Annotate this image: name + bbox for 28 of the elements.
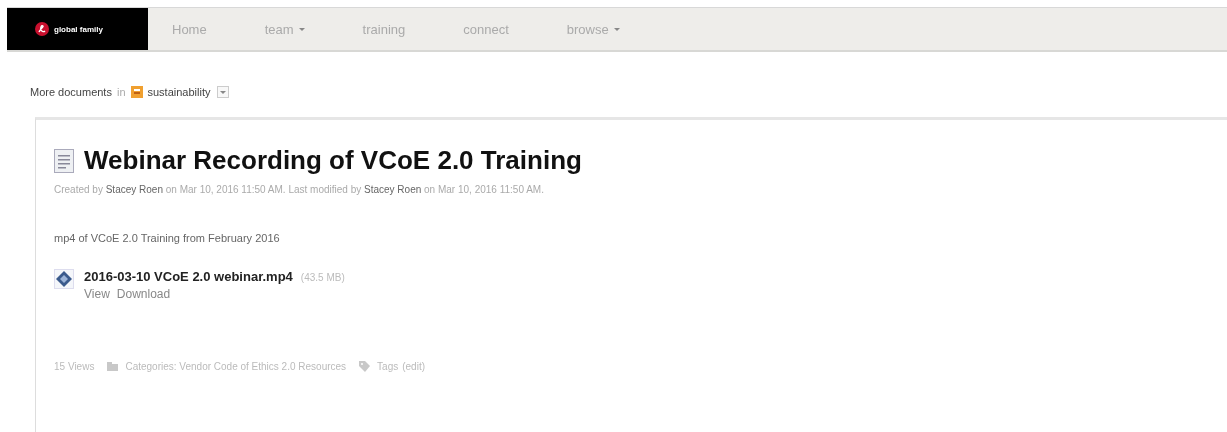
folder-icon bbox=[107, 362, 119, 371]
nav-link[interactable]: team bbox=[252, 8, 317, 50]
tag-icon bbox=[359, 361, 371, 372]
logo-text: global family bbox=[54, 24, 103, 34]
edit-tags-link[interactable]: (edit) bbox=[402, 361, 425, 372]
breadcrumb-in: in bbox=[116, 86, 126, 98]
tags-label: Tags bbox=[377, 361, 399, 372]
logo-bar[interactable]: global family bbox=[7, 8, 148, 50]
file-size: (43.5 MB) bbox=[300, 272, 345, 283]
nav-link[interactable]: connect bbox=[451, 8, 521, 50]
categories-text: Categories: Vendor Code of Ethics 2.0 Resources bbox=[125, 361, 347, 372]
nav-link[interactable]: training bbox=[350, 8, 418, 50]
attachment-link[interactable]: 2016-03-10 VCoE 2.0 webinar.mp4 bbox=[84, 269, 293, 284]
dropdown-button[interactable] bbox=[217, 86, 230, 98]
attachment-action-link[interactable]: Download bbox=[116, 287, 171, 301]
document-title: Webinar Recording of VCoE 2.0 Training bbox=[84, 145, 582, 176]
views-count: 15 Views bbox=[54, 361, 95, 372]
nav-link[interactable]: browse bbox=[554, 8, 632, 50]
space-link[interactable]: sustainability bbox=[147, 86, 211, 98]
video-file-icon bbox=[54, 269, 74, 289]
document-meta: Created by Stacey Roen on Mar 10, 2016 11:50 AM. Last modified by Stacey Roen on Mar 10, 2016 11:50 AM. bbox=[54, 184, 545, 195]
attachment-action-link[interactable]: View bbox=[84, 287, 110, 301]
space-icon bbox=[130, 86, 143, 98]
document-description: mp4 of VCoE 2.0 Training from February 2016 bbox=[54, 232, 281, 244]
nav-link[interactable]: Home bbox=[160, 8, 219, 50]
document-icon bbox=[54, 148, 74, 173]
logo-icon bbox=[35, 22, 49, 36]
breadcrumb-label: More documents bbox=[30, 86, 112, 98]
